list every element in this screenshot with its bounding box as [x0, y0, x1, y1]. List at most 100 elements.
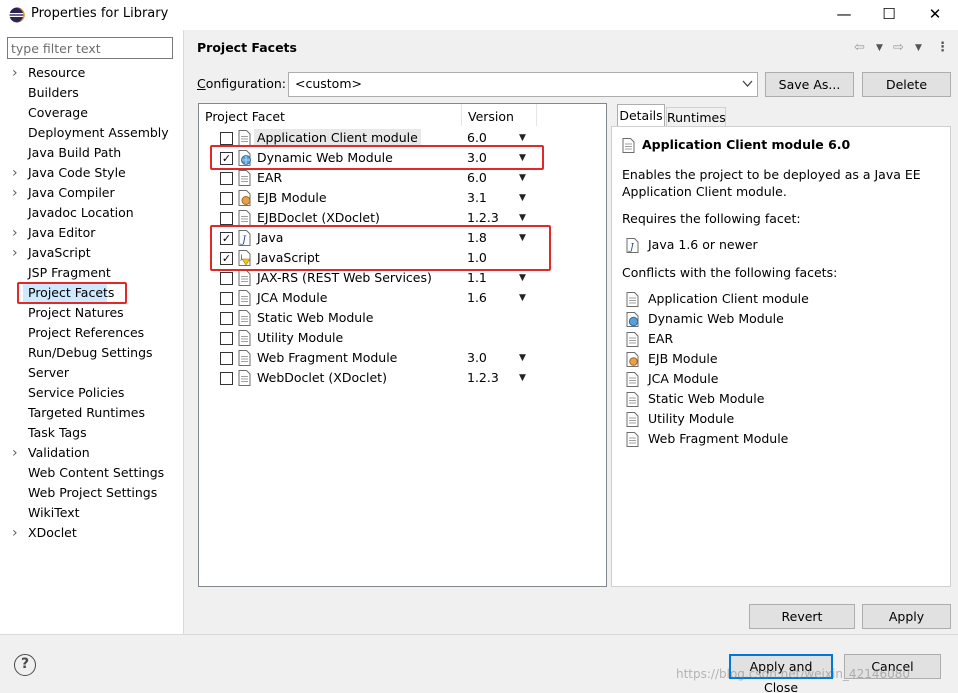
version-dropdown-icon[interactable]: ▼: [519, 189, 526, 207]
expand-arrow-icon[interactable]: ›: [12, 523, 22, 543]
cancel-button[interactable]: Cancel: [844, 654, 941, 679]
version-dropdown-icon[interactable]: ▼: [519, 369, 526, 387]
maximize-button[interactable]: ☐: [869, 2, 909, 26]
expand-arrow-icon[interactable]: ›: [12, 243, 22, 263]
sidebar-item-validation[interactable]: Validation: [28, 443, 90, 463]
facet-checkbox[interactable]: [220, 212, 233, 225]
facet-checkbox[interactable]: [220, 332, 233, 345]
sidebar-item-task-tags[interactable]: Task Tags: [28, 423, 87, 443]
version-dropdown-icon[interactable]: ▼: [519, 269, 526, 287]
tab-runtimes[interactable]: Runtimes: [666, 107, 726, 127]
sidebar-item-javascript[interactable]: JavaScript: [28, 243, 91, 263]
expand-arrow-icon[interactable]: ›: [12, 163, 22, 183]
facet-row[interactable]: WebDoclet (XDoclet) 1.2.3 ▼: [199, 368, 606, 388]
conflicting-facet: JCA Module: [648, 371, 719, 386]
apply-button[interactable]: Apply: [862, 604, 951, 629]
facet-version[interactable]: 6.0: [467, 169, 487, 187]
facet-version[interactable]: 3.1: [467, 189, 487, 207]
sidebar-item-wikitext[interactable]: WikiText: [28, 503, 80, 523]
forward-menu-icon[interactable]: ▼: [915, 38, 922, 58]
configuration-select[interactable]: <custom>: [288, 72, 758, 97]
expand-arrow-icon[interactable]: ›: [12, 223, 22, 243]
facet-row[interactable]: Web Fragment Module 3.0 ▼: [199, 348, 606, 368]
sidebar-item-builders[interactable]: Builders: [28, 83, 79, 103]
column-header-facet[interactable]: Project Facet: [205, 108, 285, 126]
sidebar-item-java-editor[interactable]: Java Editor: [28, 223, 95, 243]
facet-version[interactable]: 1.2.3: [467, 369, 499, 387]
version-dropdown-icon[interactable]: ▼: [519, 349, 526, 367]
window-title: Properties for Library: [31, 6, 169, 21]
column-header-version[interactable]: Version: [468, 108, 514, 126]
expand-arrow-icon[interactable]: ›: [12, 183, 22, 203]
sidebar-item-javadoc-location[interactable]: Javadoc Location: [28, 203, 134, 223]
version-dropdown-icon[interactable]: ▼: [519, 169, 526, 187]
sidebar-item-project-natures[interactable]: Project Natures: [28, 303, 124, 323]
revert-button[interactable]: Revert: [749, 604, 855, 629]
module-icon: [626, 332, 639, 347]
details-description: Application Client module.: [622, 184, 787, 199]
sidebar-item-jsp-fragment[interactable]: JSP Fragment: [28, 263, 111, 283]
separator: [0, 634, 958, 635]
module-icon: [238, 210, 251, 226]
apply-and-close-button[interactable]: Apply and Close: [729, 654, 833, 693]
facet-checkbox[interactable]: [220, 292, 233, 305]
sidebar-item-web-content-settings[interactable]: Web Content Settings: [28, 463, 164, 483]
java-icon: J: [626, 238, 639, 253]
sidebar-item-xdoclet[interactable]: XDoclet: [28, 523, 77, 543]
forward-icon[interactable]: ⇨: [893, 38, 904, 58]
sidebar-item-server[interactable]: Server: [28, 363, 69, 383]
sidebar-item-project-references[interactable]: Project References: [28, 323, 144, 343]
facet-name: JCA Module: [257, 290, 328, 305]
tab-details[interactable]: Details: [617, 104, 665, 127]
sidebar-item-web-project-settings[interactable]: Web Project Settings: [28, 483, 157, 503]
sidebar-item-java-code-style[interactable]: Java Code Style: [28, 163, 126, 183]
facet-checkbox[interactable]: [220, 192, 233, 205]
facet-checkbox[interactable]: [220, 352, 233, 365]
facet-version[interactable]: 1.1: [467, 269, 487, 287]
back-menu-icon[interactable]: ▼: [876, 38, 883, 58]
facet-checkbox[interactable]: [220, 132, 233, 145]
sidebar-item-coverage[interactable]: Coverage: [28, 103, 88, 123]
facet-row[interactable]: EJB Module 3.1 ▼: [199, 188, 606, 208]
facet-row[interactable]: JAX-RS (REST Web Services) 1.1 ▼: [199, 268, 606, 288]
save-as-button[interactable]: Save As...: [765, 72, 854, 97]
sidebar-item-service-policies[interactable]: Service Policies: [28, 383, 124, 403]
sidebar-item-java-build-path[interactable]: Java Build Path: [28, 143, 121, 163]
facet-row[interactable]: Static Web Module: [199, 308, 606, 328]
sidebar-item-resource[interactable]: Resource: [28, 63, 85, 83]
minimize-button[interactable]: —: [824, 2, 864, 26]
requires-label: Requires the following facet:: [622, 211, 801, 226]
facet-row[interactable]: Utility Module: [199, 328, 606, 348]
expand-arrow-icon[interactable]: ›: [12, 63, 22, 83]
facet-row[interactable]: JCA Module 1.6 ▼: [199, 288, 606, 308]
facet-name: Static Web Module: [257, 310, 374, 325]
facet-checkbox[interactable]: [220, 272, 233, 285]
facet-name: Web Fragment Module: [257, 350, 398, 365]
facet-version[interactable]: 1.6: [467, 289, 487, 307]
expand-arrow-icon[interactable]: ›: [12, 443, 22, 463]
conflicting-facet: Application Client module: [648, 291, 809, 306]
sidebar-item-run-debug-settings[interactable]: Run/Debug Settings: [28, 343, 153, 363]
sidebar-item-java-compiler[interactable]: Java Compiler: [28, 183, 115, 203]
sidebar-item-targeted-runtimes[interactable]: Targeted Runtimes: [28, 403, 145, 423]
sidebar-item-deployment-assembly[interactable]: Deployment Assembly: [28, 123, 169, 143]
configuration-value: <custom>: [295, 76, 362, 91]
version-dropdown-icon[interactable]: ▼: [519, 289, 526, 307]
filter-input[interactable]: [7, 37, 173, 59]
facet-row[interactable]: EAR 6.0 ▼: [199, 168, 606, 188]
facet-checkbox[interactable]: [220, 372, 233, 385]
back-icon[interactable]: ⇦: [854, 38, 865, 58]
ejb-module-icon: [238, 190, 251, 206]
help-icon[interactable]: ?: [14, 654, 36, 676]
conflicting-facet: Static Web Module: [648, 391, 765, 406]
delete-button[interactable]: Delete: [862, 72, 951, 97]
facet-name: EAR: [257, 170, 283, 185]
facet-version[interactable]: 3.0: [467, 349, 487, 367]
chevron-down-icon: [742, 80, 753, 87]
details-panel: Application Client module 6.0 Enables th…: [611, 126, 951, 587]
facet-checkbox[interactable]: [220, 172, 233, 185]
module-icon: [238, 130, 251, 146]
view-menu-icon[interactable]: ⋮: [936, 38, 949, 58]
facet-checkbox[interactable]: [220, 312, 233, 325]
close-button[interactable]: ✕: [915, 2, 955, 26]
